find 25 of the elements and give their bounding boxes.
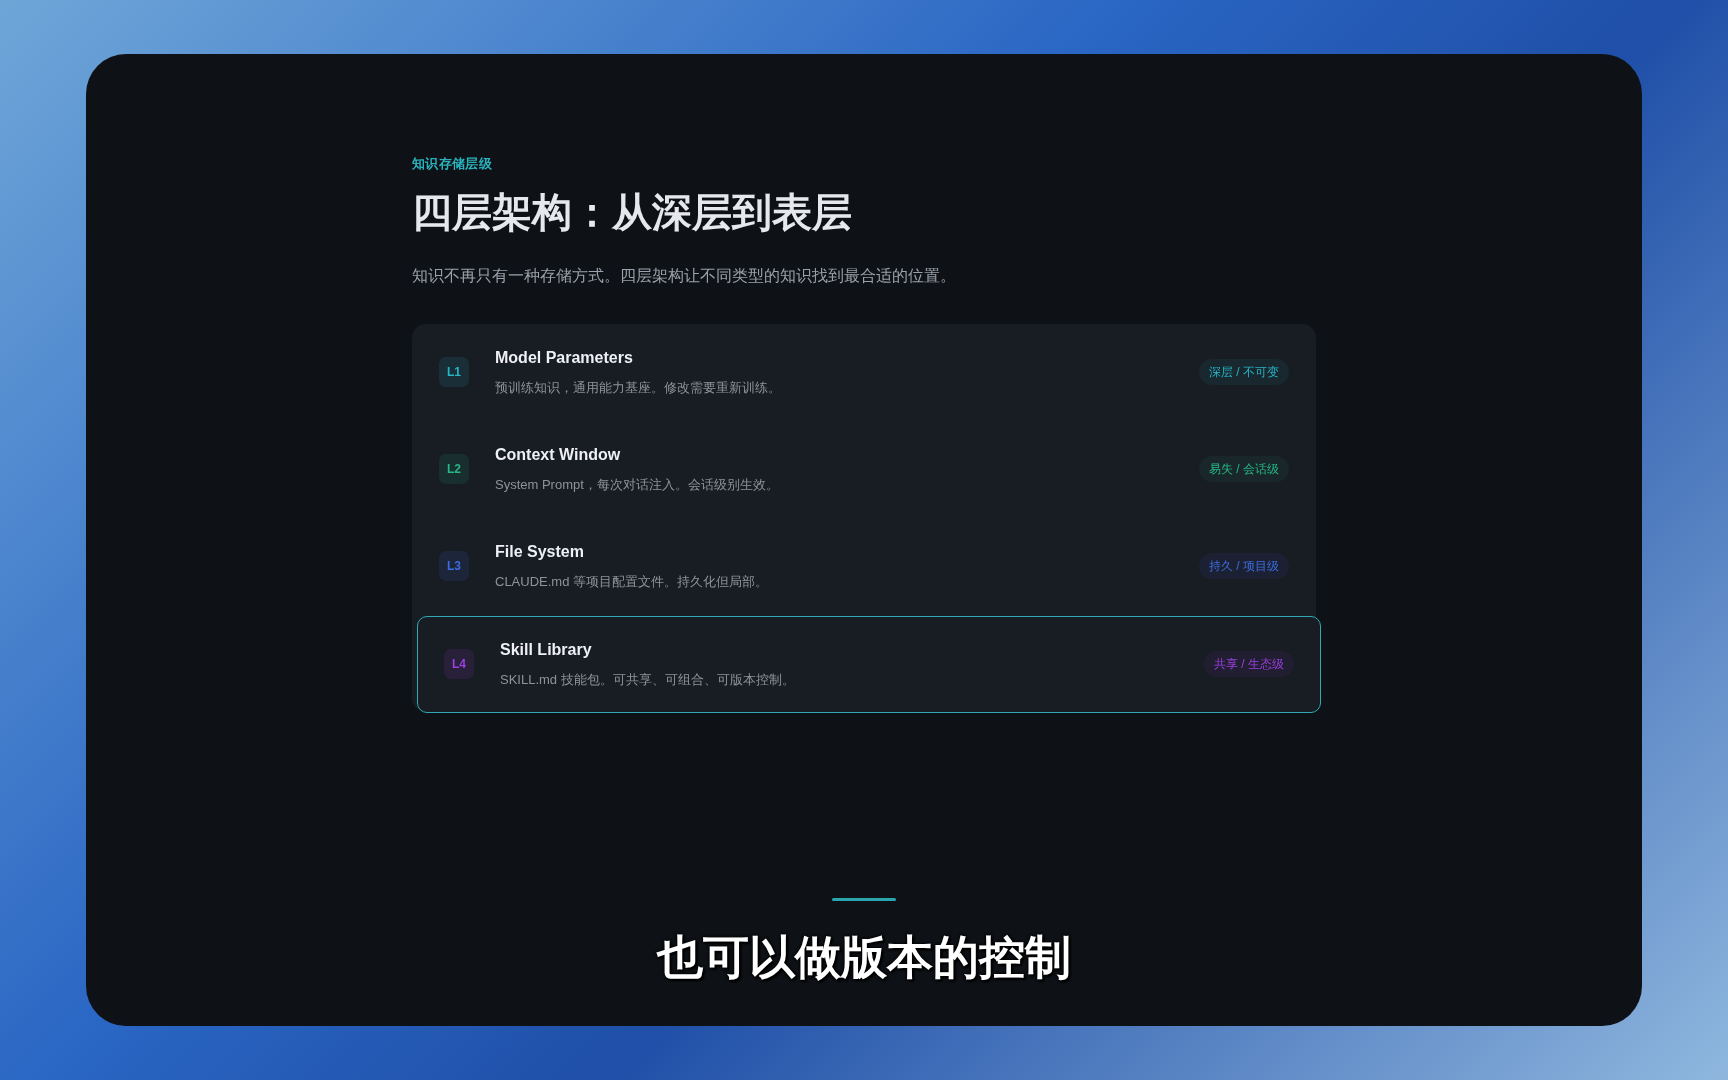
level-badge: L4	[444, 649, 474, 679]
layer-name: File System	[495, 542, 585, 563]
section-eyebrow: 知识存储层级	[412, 155, 493, 173]
layer-name: Model Parameters	[495, 348, 634, 369]
layer-tag: 共享 / 生态级	[1204, 651, 1294, 677]
layer-name: Context Window	[495, 445, 622, 466]
page-description: 知识不再只有一种存储方式。四层架构让不同类型的知识找到最合适的位置。	[412, 265, 957, 286]
video-subtitle: 也可以做版本的控制	[657, 930, 1071, 985]
layer-tag: 持久 / 项目级	[1199, 553, 1289, 579]
layer-name: Skill Library	[500, 640, 593, 661]
layer-row[interactable]: L1 Model Parameters 预训练知识，通用能力基座。修改需要重新训练。 深层 / 不可变	[412, 323, 1316, 421]
layer-row[interactable]: L3 File System CLAUDE.md 等项目配置文件。持久化但局部。 持久 / 项目级	[412, 517, 1316, 615]
page-title: 四层架构：从深层到表层	[412, 188, 853, 236]
level-badge: L3	[439, 551, 469, 581]
layer-detail: SKILL.md 技能包。可共享、可组合、可版本控制。	[500, 671, 796, 690]
layer-tag: 深层 / 不可变	[1199, 359, 1289, 385]
layer-detail: System Prompt，每次对话注入。会话级别生效。	[495, 476, 780, 495]
level-badge: L2	[439, 454, 469, 484]
layer-row[interactable]: L2 Context Window System Prompt，每次对话注入。会话级别生效。 易失 / 会话级	[412, 420, 1316, 518]
layer-detail: CLAUDE.md 等项目配置文件。持久化但局部。	[495, 573, 770, 592]
layer-tag: 易失 / 会话级	[1199, 456, 1289, 482]
layer-row[interactable]: L4 Skill Library SKILL.md 技能包。可共享、可组合、可版本控制。 共享 / 生态级	[417, 615, 1321, 713]
progress-indicator	[832, 898, 896, 901]
level-badge: L1	[439, 357, 469, 387]
layer-detail: 预训练知识，通用能力基座。修改需要重新训练。	[495, 379, 782, 398]
